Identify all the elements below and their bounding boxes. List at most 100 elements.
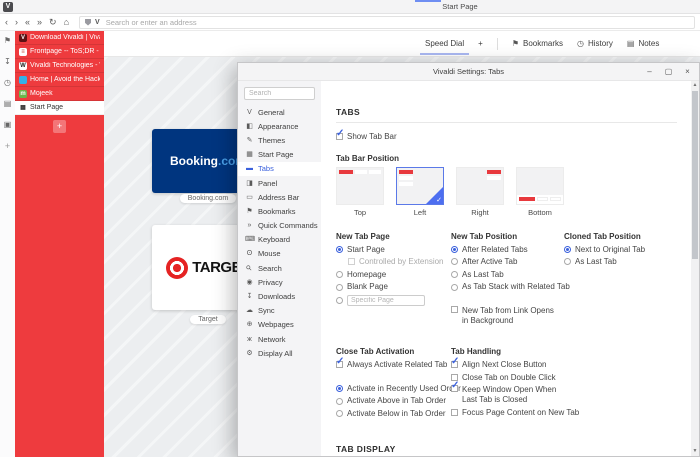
- radio-start-page[interactable]: Start Page: [336, 245, 451, 255]
- start-page-navbar: Speed Dial + ⚑ Bookmarks ◷ History ▤ Not…: [104, 31, 700, 57]
- checkbox-always-activate-related[interactable]: Always Activate Related Tab: [336, 360, 451, 370]
- rewind-icon[interactable]: «: [25, 18, 30, 27]
- fast-forward-icon[interactable]: »: [37, 18, 42, 27]
- downloads-panel-icon[interactable]: ↧: [4, 58, 11, 66]
- reload-icon[interactable]: ↻: [49, 18, 57, 27]
- start-page-icon: ▦: [245, 151, 254, 158]
- speed-dial-tab[interactable]: Speed Dial: [425, 39, 464, 48]
- windows-panel-icon[interactable]: ▣: [4, 121, 12, 129]
- radio-as-last-tab[interactable]: As Last Tab: [451, 270, 564, 280]
- checkbox-icon: [451, 385, 458, 392]
- nav-tabs[interactable]: ▬Tabs: [238, 162, 321, 176]
- navigation-toolbar: ‹ › « » ↻ ⌂ V: [0, 14, 700, 31]
- tab-wikipedia[interactable]: W Vivaldi Technologies - Wiki: [15, 59, 104, 73]
- checkbox-new-tab-background[interactable]: New Tab from Link Opens in Background: [451, 306, 564, 325]
- tab-mojeek[interactable]: m Mojeek: [15, 87, 104, 101]
- nav-bookmarks[interactable]: ⚑Bookmarks: [238, 204, 321, 218]
- home-icon[interactable]: ⌂: [64, 18, 69, 27]
- tab-avoid-the-hack[interactable]: Home | Avoid the Hack!: [15, 73, 104, 87]
- nav-keyboard[interactable]: ⌨Keyboard: [238, 233, 321, 247]
- radio-recently-used-order[interactable]: Activate in Recently Used Order: [336, 384, 451, 394]
- position-option-left[interactable]: ✓ Left: [396, 167, 444, 217]
- nav-webpages[interactable]: ⊕Webpages: [238, 318, 321, 332]
- back-icon[interactable]: ‹: [5, 18, 8, 27]
- tabs-icon: ▬: [245, 165, 254, 172]
- nav-appearance[interactable]: ◧Appearance: [238, 119, 321, 133]
- position-option-top[interactable]: Top: [336, 167, 384, 217]
- radio-cloned-as-last-tab[interactable]: As Last Tab: [564, 257, 677, 267]
- radio-next-to-original[interactable]: Next to Original Tab: [564, 245, 677, 255]
- nav-start-page[interactable]: ▦Start Page: [238, 148, 321, 162]
- gear-icon: ⚙: [245, 350, 254, 357]
- specific-page-input[interactable]: [347, 295, 425, 306]
- new-tab-button[interactable]: +: [53, 120, 66, 133]
- address-bar[interactable]: V: [79, 16, 695, 29]
- nav-quick-commands[interactable]: »Quick Commands: [238, 219, 321, 233]
- panel-icon: ◨: [245, 180, 254, 187]
- forward-icon[interactable]: ›: [15, 18, 18, 27]
- checkbox-show-tab-bar[interactable]: Show Tab Bar: [336, 132, 677, 142]
- history-view-tab[interactable]: ◷ History: [577, 39, 613, 48]
- tab-start-page[interactable]: ▦ Start Page: [15, 101, 104, 115]
- radio-homepage[interactable]: Homepage: [336, 270, 451, 280]
- radio-blank-page[interactable]: Blank Page: [336, 282, 451, 292]
- address-bar-icon: ▭: [245, 194, 254, 201]
- settings-scrollbar[interactable]: ▲ ▼: [691, 81, 699, 456]
- checkbox-close-double-click[interactable]: Close Tab on Double Click: [451, 373, 564, 383]
- close-button[interactable]: ×: [678, 63, 697, 81]
- scroll-up-icon[interactable]: ▲: [691, 81, 699, 89]
- tab-bar-position-label: Tab Bar Position: [336, 154, 677, 163]
- themes-icon: ✎: [245, 137, 254, 144]
- position-option-bottom[interactable]: Bottom: [516, 167, 564, 217]
- nav-downloads[interactable]: ↧Downloads: [238, 289, 321, 303]
- nav-network[interactable]: жNetwork: [238, 332, 321, 346]
- add-speed-dial-button[interactable]: +: [478, 39, 483, 48]
- radio-icon: [336, 410, 343, 417]
- bookmarks-panel-icon[interactable]: ⚑: [4, 37, 11, 45]
- nav-mouse[interactable]: ʘMouse: [238, 247, 321, 261]
- nav-panel[interactable]: ◨Panel: [238, 176, 321, 190]
- settings-titlebar[interactable]: Vivaldi Settings: Tabs – ▢ ×: [238, 63, 699, 81]
- minimize-button[interactable]: –: [640, 63, 659, 81]
- nav-sync[interactable]: ☁Sync: [238, 304, 321, 318]
- checkbox-controlled-by-extension[interactable]: Controlled by Extension: [348, 257, 451, 267]
- target-bullseye-icon: [166, 257, 188, 279]
- nav-search[interactable]: ⚲Search: [238, 261, 321, 275]
- checkbox-align-next-close[interactable]: Align Next Close Button: [451, 360, 564, 370]
- nav-themes[interactable]: ✎Themes: [238, 133, 321, 147]
- new-tab-page-group: New Tab Page Start Page Controlled by Ex…: [336, 232, 451, 309]
- tab-tosdr[interactable]: ≡ Frontpage -- ToS;DR - Term: [15, 45, 104, 59]
- nav-display-all[interactable]: ⚙Display All: [238, 346, 321, 360]
- vivaldi-menu-icon[interactable]: V: [3, 2, 13, 12]
- nav-address-bar[interactable]: ▭Address Bar: [238, 190, 321, 204]
- nav-general[interactable]: VGeneral: [238, 105, 321, 119]
- bookmarks-icon: ⚑: [245, 208, 254, 215]
- settings-search-input[interactable]: [244, 87, 315, 100]
- bookmarks-view-tab[interactable]: ⚑ Bookmarks: [512, 39, 563, 48]
- notes-panel-icon[interactable]: ▤: [4, 100, 12, 108]
- scroll-down-icon[interactable]: ▼: [691, 447, 699, 455]
- checkbox-keep-window-open[interactable]: Keep Window Open When Last Tab is Closed: [451, 385, 564, 404]
- booking-logo: Booking.com: [170, 154, 246, 168]
- position-option-right[interactable]: Right: [456, 167, 504, 217]
- favicon-speed-dial-grid: ▦: [19, 104, 27, 112]
- maximize-button[interactable]: ▢: [659, 63, 678, 81]
- nav-privacy[interactable]: ◉Privacy: [238, 275, 321, 289]
- radio-after-related-tabs[interactable]: After Related Tabs: [451, 245, 564, 255]
- notes-view-tab[interactable]: ▤ Notes: [627, 39, 659, 48]
- scrollbar-thumb[interactable]: [692, 91, 698, 259]
- radio-as-tab-stack[interactable]: As Tab Stack with Related Tab: [451, 282, 564, 292]
- radio-specific-page[interactable]: [336, 295, 451, 306]
- radio-after-active-tab[interactable]: After Active Tab: [451, 257, 564, 267]
- radio-activate-above[interactable]: Activate Above in Tab Order: [336, 396, 451, 406]
- notes-icon: ▤: [627, 39, 635, 48]
- radio-activate-below[interactable]: Activate Below in Tab Order: [336, 409, 451, 419]
- history-panel-icon[interactable]: ◷: [4, 79, 11, 87]
- address-input[interactable]: [104, 17, 689, 28]
- add-panel-icon[interactable]: +: [5, 142, 10, 151]
- settings-title: Vivaldi Settings: Tabs: [238, 67, 699, 76]
- vivaldi-icon: V: [245, 109, 254, 116]
- checkbox-focus-page-content[interactable]: Focus Page Content on New Tab: [451, 408, 564, 418]
- tab-download-vivaldi[interactable]: V Download Vivaldi | Vivald: [15, 31, 104, 45]
- shield-icon[interactable]: [85, 19, 91, 26]
